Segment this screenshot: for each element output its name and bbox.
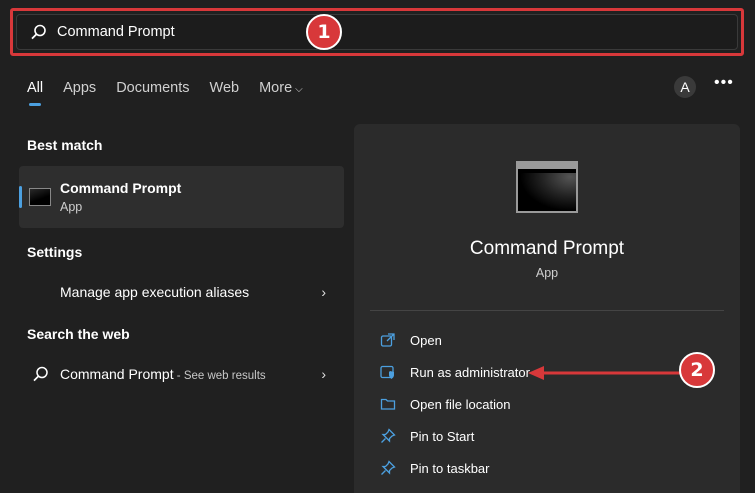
chevron-right-icon: › (321, 366, 326, 382)
open-icon (380, 332, 396, 348)
action-pin-to-taskbar[interactable]: Pin to taskbar (380, 458, 490, 478)
tab-documents[interactable]: Documents (116, 80, 189, 96)
web-search-hint: - See web results (173, 370, 266, 382)
command-prompt-large-icon (516, 161, 578, 213)
best-match-title: Command Prompt (60, 180, 182, 196)
action-open[interactable]: Open (380, 330, 442, 350)
details-panel: Command Prompt App Open Run as administr… (354, 124, 740, 493)
more-options-icon[interactable]: ••• (714, 74, 734, 92)
settings-heading: Settings (27, 244, 83, 260)
details-subtitle: App (535, 266, 559, 280)
web-heading: Search the web (27, 326, 130, 342)
best-match-heading: Best match (27, 137, 103, 153)
command-prompt-icon (29, 188, 51, 206)
action-pin-to-start-label: Pin to Start (410, 428, 475, 444)
action-pin-to-start[interactable]: Pin to Start (380, 426, 474, 446)
best-match-subtitle: App (60, 200, 83, 214)
details-title: Command Prompt (469, 238, 625, 259)
web-search-label: Command Prompt (60, 366, 174, 382)
tab-more[interactable]: More ⌵ (259, 80, 303, 96)
tab-web[interactable]: Web (210, 80, 240, 96)
settings-item-label: Manage app execution aliases (60, 284, 250, 300)
folder-icon (380, 396, 396, 412)
search-icon (31, 23, 49, 41)
annotation-badge-2: 2 (679, 352, 715, 388)
action-open-label: Open (410, 332, 442, 348)
pin-icon (380, 460, 396, 476)
tab-all[interactable]: All (27, 80, 43, 106)
action-run-as-admin[interactable]: Run as administrator (380, 362, 530, 382)
avatar[interactable]: A (674, 76, 696, 98)
tab-more-label: More (259, 80, 293, 96)
action-pin-to-taskbar-label: Pin to taskbar (410, 460, 490, 476)
action-run-as-admin-label: Run as administrator (410, 364, 530, 380)
tab-apps[interactable]: Apps (63, 80, 96, 96)
chevron-down-icon: ⌵ (295, 84, 303, 95)
annotation-arrow (528, 366, 683, 380)
action-open-file-location-label: Open file location (410, 396, 511, 412)
best-match-item[interactable]: Command Prompt App (19, 166, 344, 228)
web-search-item[interactable]: Command Prompt - See web results › (19, 355, 344, 393)
search-box[interactable] (16, 14, 738, 50)
search-icon (33, 366, 49, 385)
annotation-badge-1: 1 (306, 14, 342, 50)
action-open-file-location[interactable]: Open file location (380, 394, 510, 414)
chevron-right-icon: › (321, 284, 326, 300)
pin-icon (380, 428, 396, 444)
divider (370, 310, 724, 311)
settings-item-aliases[interactable]: Manage app execution aliases › (19, 273, 344, 311)
filter-tabs: All Apps Documents Web More ⌵ (27, 80, 323, 106)
shield-icon (380, 364, 396, 380)
